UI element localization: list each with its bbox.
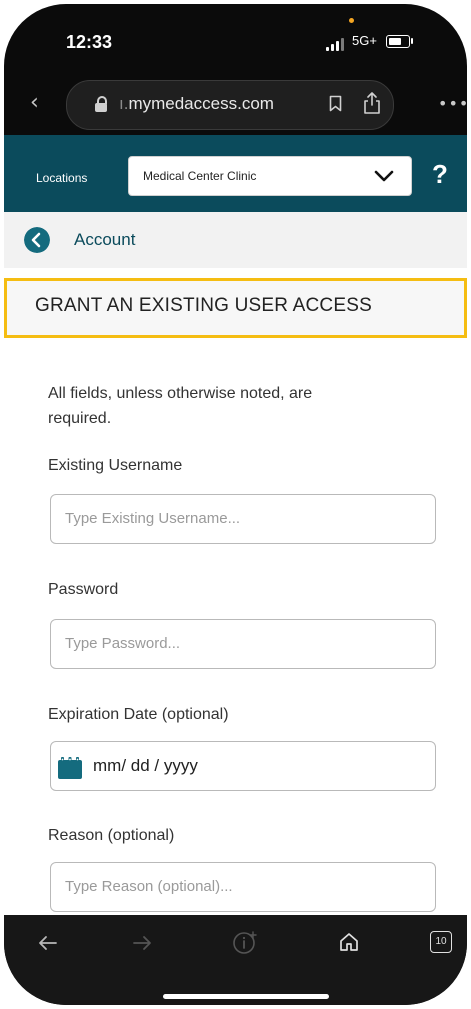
network-type: 5G+ xyxy=(352,33,377,48)
lock-icon xyxy=(95,96,107,112)
share-icon[interactable] xyxy=(362,91,382,115)
reason-placeholder: Type Reason (optional)... xyxy=(65,878,233,895)
locations-label: Locations xyxy=(36,171,88,185)
more-icon[interactable]: ••• xyxy=(438,94,467,113)
url-domain: mymedaccess.com xyxy=(128,94,274,113)
help-button[interactable]: ? xyxy=(432,159,448,190)
home-icon[interactable] xyxy=(338,931,360,953)
web-content: Locations Medical Center Clinic ? Accoun… xyxy=(4,135,467,915)
url-text[interactable]: ı.mymedaccess.com xyxy=(119,94,274,114)
bookmark-icon[interactable] xyxy=(329,95,342,112)
reason-input[interactable]: Type Reason (optional)... xyxy=(50,862,436,912)
username-label: Existing Username xyxy=(48,457,183,474)
password-label: Password xyxy=(48,581,119,598)
calendar-icon[interactable] xyxy=(57,756,83,780)
chevron-down-icon xyxy=(374,170,394,182)
location-select[interactable]: Medical Center Clinic xyxy=(128,156,412,196)
reason-label: Reason (optional) xyxy=(48,827,175,844)
expiration-date-input[interactable]: mm/ dd / yyyy xyxy=(50,741,436,791)
password-placeholder: Type Password... xyxy=(65,635,181,652)
tabs-button[interactable]: 10 xyxy=(430,931,452,953)
back-circle-icon[interactable] xyxy=(24,227,50,253)
page-title-banner: GRANT AN EXISTING USER ACCESS xyxy=(4,278,467,338)
password-input[interactable]: Type Password... xyxy=(50,619,436,669)
expiration-label: Expiration Date (optional) xyxy=(48,706,229,723)
status-bar: 12:33 5G+ xyxy=(4,4,467,76)
battery-icon xyxy=(386,35,410,48)
status-time: 12:33 xyxy=(66,32,113,52)
username-placeholder: Type Existing Username... xyxy=(65,510,241,527)
forward-arrow-icon[interactable] xyxy=(130,933,154,953)
back-chevron-icon[interactable]: ‹ xyxy=(30,90,39,115)
reader-icon[interactable] xyxy=(231,929,259,957)
page-title: GRANT AN EXISTING USER ACCESS xyxy=(35,295,372,316)
back-arrow-icon[interactable] xyxy=(36,933,60,953)
username-input[interactable]: Type Existing Username... xyxy=(50,494,436,544)
signal-icon xyxy=(326,37,348,51)
locations-bar: Locations Medical Center Clinic ? xyxy=(4,135,467,212)
battery-tip xyxy=(411,38,413,44)
browser-address-row: ‹ ı.mymedaccess.com ••• xyxy=(4,76,467,134)
location-select-value: Medical Center Clinic xyxy=(143,169,257,183)
expiration-date-value: mm/ dd / yyyy xyxy=(93,756,198,775)
breadcrumb-account-link[interactable]: Account xyxy=(74,230,135,250)
home-indicator[interactable] xyxy=(163,994,329,999)
breadcrumb[interactable]: Account xyxy=(4,212,467,268)
phone-frame: 12:33 5G+ ‹ ı.mymedaccess.com ••• Locati… xyxy=(4,4,467,1005)
privacy-indicator-dot xyxy=(349,18,354,23)
browser-toolbar: 10 xyxy=(4,915,467,1005)
required-fields-note: All fields, unless otherwise noted, are … xyxy=(48,385,313,427)
address-bar[interactable]: ı.mymedaccess.com xyxy=(66,80,394,130)
